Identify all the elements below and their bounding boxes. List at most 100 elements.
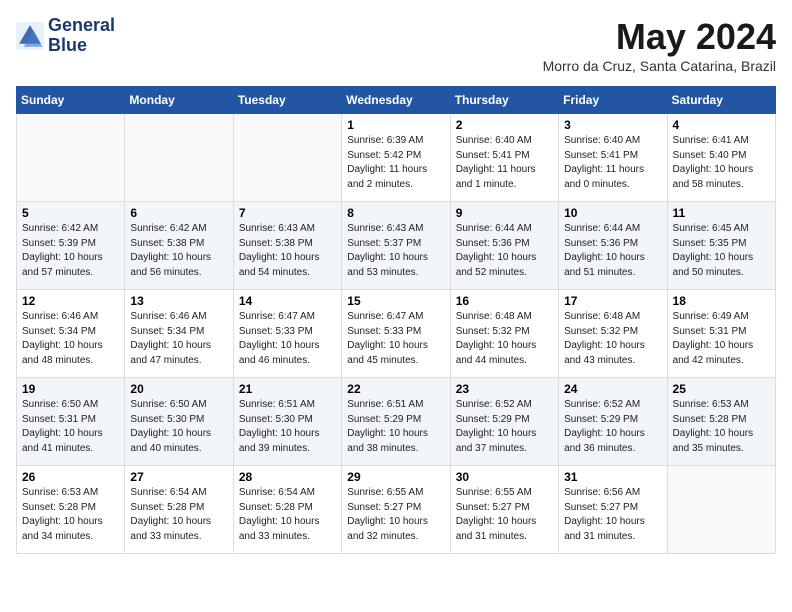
calendar-cell: 27 Sunrise: 6:54 AMSunset: 5:28 PMDayligh… bbox=[125, 466, 233, 554]
calendar-cell: 28 Sunrise: 6:54 AMSunset: 5:28 PMDayligh… bbox=[233, 466, 341, 554]
day-header-sunday: Sunday bbox=[17, 87, 125, 114]
day-number: 24 bbox=[564, 382, 661, 396]
day-number: 14 bbox=[239, 294, 336, 308]
calendar-cell: 17 Sunrise: 6:48 AMSunset: 5:32 PMDayligh… bbox=[559, 290, 667, 378]
calendar-cell: 31 Sunrise: 6:56 AMSunset: 5:27 PMDayligh… bbox=[559, 466, 667, 554]
logo: General Blue bbox=[16, 16, 115, 56]
day-info: Sunrise: 6:54 AMSunset: 5:28 PMDaylight:… bbox=[130, 486, 227, 544]
day-number: 23 bbox=[456, 382, 553, 396]
day-header-tuesday: Tuesday bbox=[233, 87, 341, 114]
day-info: Sunrise: 6:48 AMSunset: 5:32 PMDaylight:… bbox=[564, 310, 661, 368]
calendar-cell: 7 Sunrise: 6:43 AMSunset: 5:38 PMDaylight… bbox=[233, 202, 341, 290]
calendar-cell bbox=[17, 114, 125, 202]
day-number: 30 bbox=[456, 470, 553, 484]
day-info: Sunrise: 6:40 AMSunset: 5:41 PMDaylight:… bbox=[564, 134, 661, 192]
calendar-cell: 20 Sunrise: 6:50 AMSunset: 5:30 PMDayligh… bbox=[125, 378, 233, 466]
header-row: SundayMondayTuesdayWednesdayThursdayFrid… bbox=[17, 87, 776, 114]
day-number: 1 bbox=[347, 118, 444, 132]
day-number: 25 bbox=[673, 382, 770, 396]
day-info: Sunrise: 6:41 AMSunset: 5:40 PMDaylight:… bbox=[673, 134, 770, 192]
day-info: Sunrise: 6:56 AMSunset: 5:27 PMDaylight:… bbox=[564, 486, 661, 544]
day-info: Sunrise: 6:43 AMSunset: 5:37 PMDaylight:… bbox=[347, 222, 444, 280]
day-number: 21 bbox=[239, 382, 336, 396]
day-number: 31 bbox=[564, 470, 661, 484]
calendar-cell: 9 Sunrise: 6:44 AMSunset: 5:36 PMDaylight… bbox=[450, 202, 558, 290]
day-info: Sunrise: 6:42 AMSunset: 5:39 PMDaylight:… bbox=[22, 222, 119, 280]
day-info: Sunrise: 6:44 AMSunset: 5:36 PMDaylight:… bbox=[456, 222, 553, 280]
day-info: Sunrise: 6:39 AMSunset: 5:42 PMDaylight:… bbox=[347, 134, 444, 192]
day-number: 18 bbox=[673, 294, 770, 308]
calendar-cell: 13Sunrise: 6:46 AMSunset: 5:34 PMDayligh… bbox=[125, 290, 233, 378]
month-title: May 2024 bbox=[543, 16, 776, 58]
calendar-cell: 18Sunrise: 6:49 AMSunset: 5:31 PMDayligh… bbox=[667, 290, 775, 378]
day-number: 22 bbox=[347, 382, 444, 396]
week-row: 12 Sunrise: 6:46 AMSunset: 5:34 PMDayligh… bbox=[17, 290, 776, 378]
calendar-cell: 2Sunrise: 6:40 AMSunset: 5:41 PMDaylight… bbox=[450, 114, 558, 202]
day-info: Sunrise: 6:52 AMSunset: 5:29 PMDaylight:… bbox=[564, 398, 661, 456]
day-number: 29 bbox=[347, 470, 444, 484]
calendar-cell: 12 Sunrise: 6:46 AMSunset: 5:34 PMDayligh… bbox=[17, 290, 125, 378]
logo-icon bbox=[16, 22, 44, 50]
day-number: 15 bbox=[347, 294, 444, 308]
day-info: Sunrise: 6:50 AMSunset: 5:30 PMDaylight:… bbox=[130, 398, 227, 456]
location: Morro da Cruz, Santa Catarina, Brazil bbox=[543, 58, 776, 74]
calendar-cell bbox=[667, 466, 775, 554]
day-number: 5 bbox=[22, 206, 119, 220]
day-number: 20 bbox=[130, 382, 227, 396]
day-info: Sunrise: 6:48 AMSunset: 5:32 PMDaylight:… bbox=[456, 310, 553, 368]
calendar-cell: 21 Sunrise: 6:51 AMSunset: 5:30 PMDayligh… bbox=[233, 378, 341, 466]
calendar-cell: 1 Sunrise: 6:39 AMSunset: 5:42 PMDaylight… bbox=[342, 114, 450, 202]
day-header-thursday: Thursday bbox=[450, 87, 558, 114]
calendar-table: SundayMondayTuesdayWednesdayThursdayFrid… bbox=[16, 86, 776, 554]
day-info: Sunrise: 6:51 AMSunset: 5:29 PMDaylight:… bbox=[347, 398, 444, 456]
day-number: 10 bbox=[564, 206, 661, 220]
day-info: Sunrise: 6:51 AMSunset: 5:30 PMDaylight:… bbox=[239, 398, 336, 456]
day-number: 6 bbox=[130, 206, 227, 220]
week-row: 5 Sunrise: 6:42 AMSunset: 5:39 PMDaylight… bbox=[17, 202, 776, 290]
calendar-cell: 14 Sunrise: 6:47 AMSunset: 5:33 PMDayligh… bbox=[233, 290, 341, 378]
calendar-cell bbox=[125, 114, 233, 202]
day-info: Sunrise: 6:47 AMSunset: 5:33 PMDaylight:… bbox=[347, 310, 444, 368]
day-info: Sunrise: 6:54 AMSunset: 5:28 PMDaylight:… bbox=[239, 486, 336, 544]
day-number: 11 bbox=[673, 206, 770, 220]
day-number: 28 bbox=[239, 470, 336, 484]
calendar-cell: 26Sunrise: 6:53 AMSunset: 5:28 PMDayligh… bbox=[17, 466, 125, 554]
calendar-cell: 10 Sunrise: 6:44 AMSunset: 5:36 PMDayligh… bbox=[559, 202, 667, 290]
day-info: Sunrise: 6:46 AMSunset: 5:34 PMDaylight:… bbox=[22, 310, 119, 368]
day-number: 3 bbox=[564, 118, 661, 132]
day-info: Sunrise: 6:42 AMSunset: 5:38 PMDaylight:… bbox=[130, 222, 227, 280]
calendar-cell: 30 Sunrise: 6:55 AMSunset: 5:27 PMDayligh… bbox=[450, 466, 558, 554]
day-info: Sunrise: 6:46 AMSunset: 5:34 PMDaylight:… bbox=[130, 310, 227, 368]
day-number: 12 bbox=[22, 294, 119, 308]
day-number: 27 bbox=[130, 470, 227, 484]
calendar-cell: 24 Sunrise: 6:52 AMSunset: 5:29 PMDayligh… bbox=[559, 378, 667, 466]
day-info: Sunrise: 6:44 AMSunset: 5:36 PMDaylight:… bbox=[564, 222, 661, 280]
day-number: 26 bbox=[22, 470, 119, 484]
calendar-cell: 23Sunrise: 6:52 AMSunset: 5:29 PMDayligh… bbox=[450, 378, 558, 466]
logo-text: General Blue bbox=[48, 16, 115, 56]
calendar-cell: 29 Sunrise: 6:55 AMSunset: 5:27 PMDayligh… bbox=[342, 466, 450, 554]
calendar-cell: 8 Sunrise: 6:43 AMSunset: 5:37 PMDaylight… bbox=[342, 202, 450, 290]
page-header: General Blue May 2024 Morro da Cruz, San… bbox=[16, 16, 776, 74]
week-row: 19Sunrise: 6:50 AMSunset: 5:31 PMDayligh… bbox=[17, 378, 776, 466]
day-number: 16 bbox=[456, 294, 553, 308]
day-number: 8 bbox=[347, 206, 444, 220]
day-info: Sunrise: 6:55 AMSunset: 5:27 PMDaylight:… bbox=[456, 486, 553, 544]
day-number: 19 bbox=[22, 382, 119, 396]
calendar-cell: 5 Sunrise: 6:42 AMSunset: 5:39 PMDaylight… bbox=[17, 202, 125, 290]
day-info: Sunrise: 6:47 AMSunset: 5:33 PMDaylight:… bbox=[239, 310, 336, 368]
calendar-cell: 15 Sunrise: 6:47 AMSunset: 5:33 PMDayligh… bbox=[342, 290, 450, 378]
day-number: 7 bbox=[239, 206, 336, 220]
day-info: Sunrise: 6:43 AMSunset: 5:38 PMDaylight:… bbox=[239, 222, 336, 280]
day-number: 17 bbox=[564, 294, 661, 308]
day-info: Sunrise: 6:45 AMSunset: 5:35 PMDaylight:… bbox=[673, 222, 770, 280]
week-row: 26Sunrise: 6:53 AMSunset: 5:28 PMDayligh… bbox=[17, 466, 776, 554]
day-info: Sunrise: 6:40 AMSunset: 5:41 PMDaylight:… bbox=[456, 134, 553, 192]
day-number: 9 bbox=[456, 206, 553, 220]
day-header-monday: Monday bbox=[125, 87, 233, 114]
calendar-cell: 25Sunrise: 6:53 AMSunset: 5:28 PMDayligh… bbox=[667, 378, 775, 466]
calendar-cell: 6 Sunrise: 6:42 AMSunset: 5:38 PMDaylight… bbox=[125, 202, 233, 290]
week-row: 1 Sunrise: 6:39 AMSunset: 5:42 PMDaylight… bbox=[17, 114, 776, 202]
calendar-cell: 4Sunrise: 6:41 AMSunset: 5:40 PMDaylight… bbox=[667, 114, 775, 202]
day-info: Sunrise: 6:55 AMSunset: 5:27 PMDaylight:… bbox=[347, 486, 444, 544]
